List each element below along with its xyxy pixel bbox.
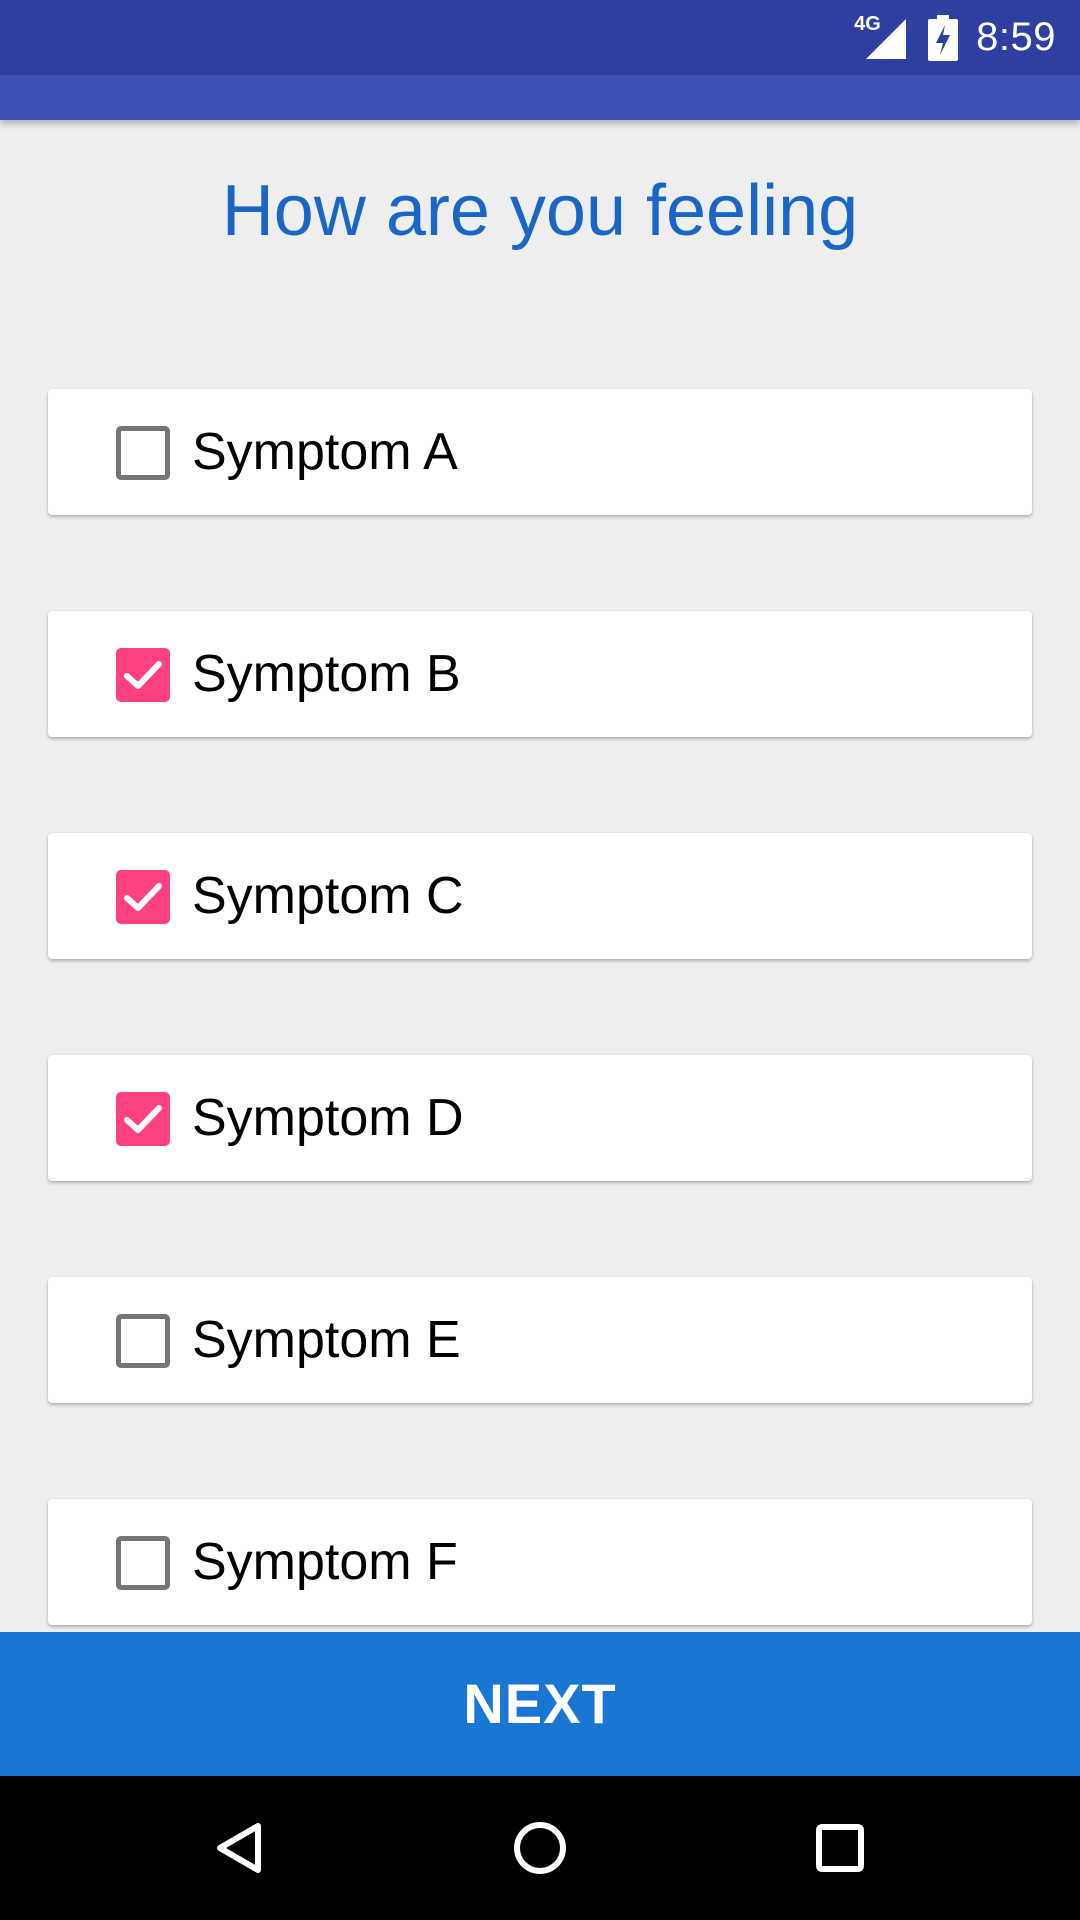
signal-icon: 4G: [854, 13, 910, 61]
symptom-card[interactable]: Symptom E: [48, 1277, 1032, 1403]
symptom-label: Symptom B: [192, 645, 461, 703]
status-time: 8:59: [976, 15, 1056, 59]
back-icon[interactable]: [160, 1776, 320, 1920]
checkbox-checked[interactable]: [116, 648, 170, 702]
symptom-label: Symptom E: [192, 1311, 461, 1369]
status-bar: 4G 8:59: [0, 0, 1080, 75]
checkbox-unchecked[interactable]: [116, 426, 170, 480]
next-button[interactable]: NEXT: [0, 1632, 1080, 1776]
symptom-card[interactable]: Symptom A: [48, 389, 1032, 515]
recents-icon[interactable]: [760, 1776, 920, 1920]
checkbox-unchecked[interactable]: [116, 1536, 170, 1590]
checkbox-checked[interactable]: [116, 870, 170, 924]
home-icon[interactable]: [460, 1776, 620, 1920]
symptom-card[interactable]: Symptom F: [48, 1499, 1032, 1625]
symptom-card[interactable]: Symptom D: [48, 1055, 1032, 1181]
status-icons: 4G 8:59: [854, 0, 1056, 75]
checkbox-unchecked[interactable]: [116, 1314, 170, 1368]
battery-charging-icon: [928, 14, 959, 61]
symptom-label: Symptom C: [192, 867, 464, 925]
symptom-label: Symptom D: [192, 1089, 464, 1147]
symptom-card[interactable]: Symptom C: [48, 833, 1032, 959]
page-title: How are you feeling: [221, 171, 859, 251]
symptom-label: Symptom A: [192, 423, 458, 481]
symptom-card[interactable]: Symptom B: [48, 611, 1032, 737]
symptom-label: Symptom F: [192, 1533, 458, 1591]
checkbox-checked[interactable]: [116, 1092, 170, 1146]
navigation-bar: [0, 1776, 1080, 1920]
app-bar: [0, 75, 1080, 120]
